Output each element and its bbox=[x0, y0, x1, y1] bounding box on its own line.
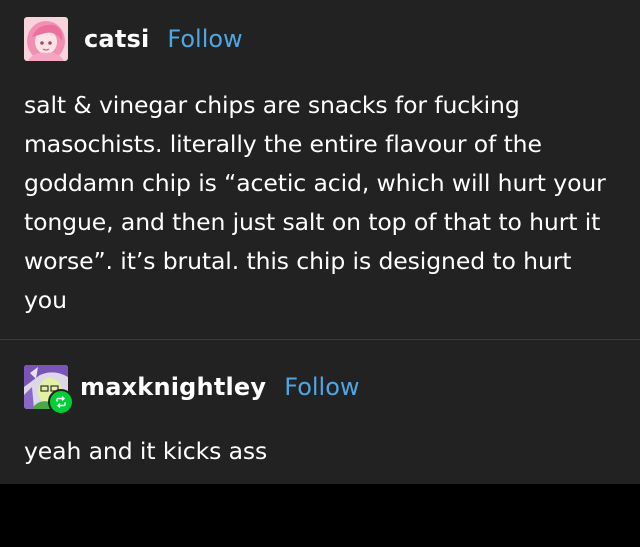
avatar[interactable] bbox=[24, 365, 74, 415]
avatar[interactable] bbox=[24, 17, 68, 61]
post-body: salt & vinegar chips are snacks for fuck… bbox=[24, 91, 606, 314]
post-header: maxknightley Follow bbox=[24, 365, 360, 415]
pink-hair-character-avatar-icon bbox=[24, 17, 68, 61]
post-body: yeah and it kicks ass bbox=[24, 437, 268, 465]
reblog-badge bbox=[48, 389, 74, 415]
original-post: catsi Follow salt & vinegar chips are sn… bbox=[0, 0, 640, 339]
reblog-icon bbox=[56, 396, 66, 408]
post-card: catsi Follow salt & vinegar chips are sn… bbox=[0, 0, 640, 484]
post-header: catsi Follow bbox=[24, 17, 243, 61]
follow-button[interactable]: Follow bbox=[284, 373, 359, 401]
username[interactable]: maxknightley bbox=[80, 373, 266, 401]
username[interactable]: catsi bbox=[84, 25, 149, 53]
reblog-post: maxknightley Follow yeah and it kicks as… bbox=[0, 340, 640, 484]
follow-button[interactable]: Follow bbox=[167, 25, 242, 53]
